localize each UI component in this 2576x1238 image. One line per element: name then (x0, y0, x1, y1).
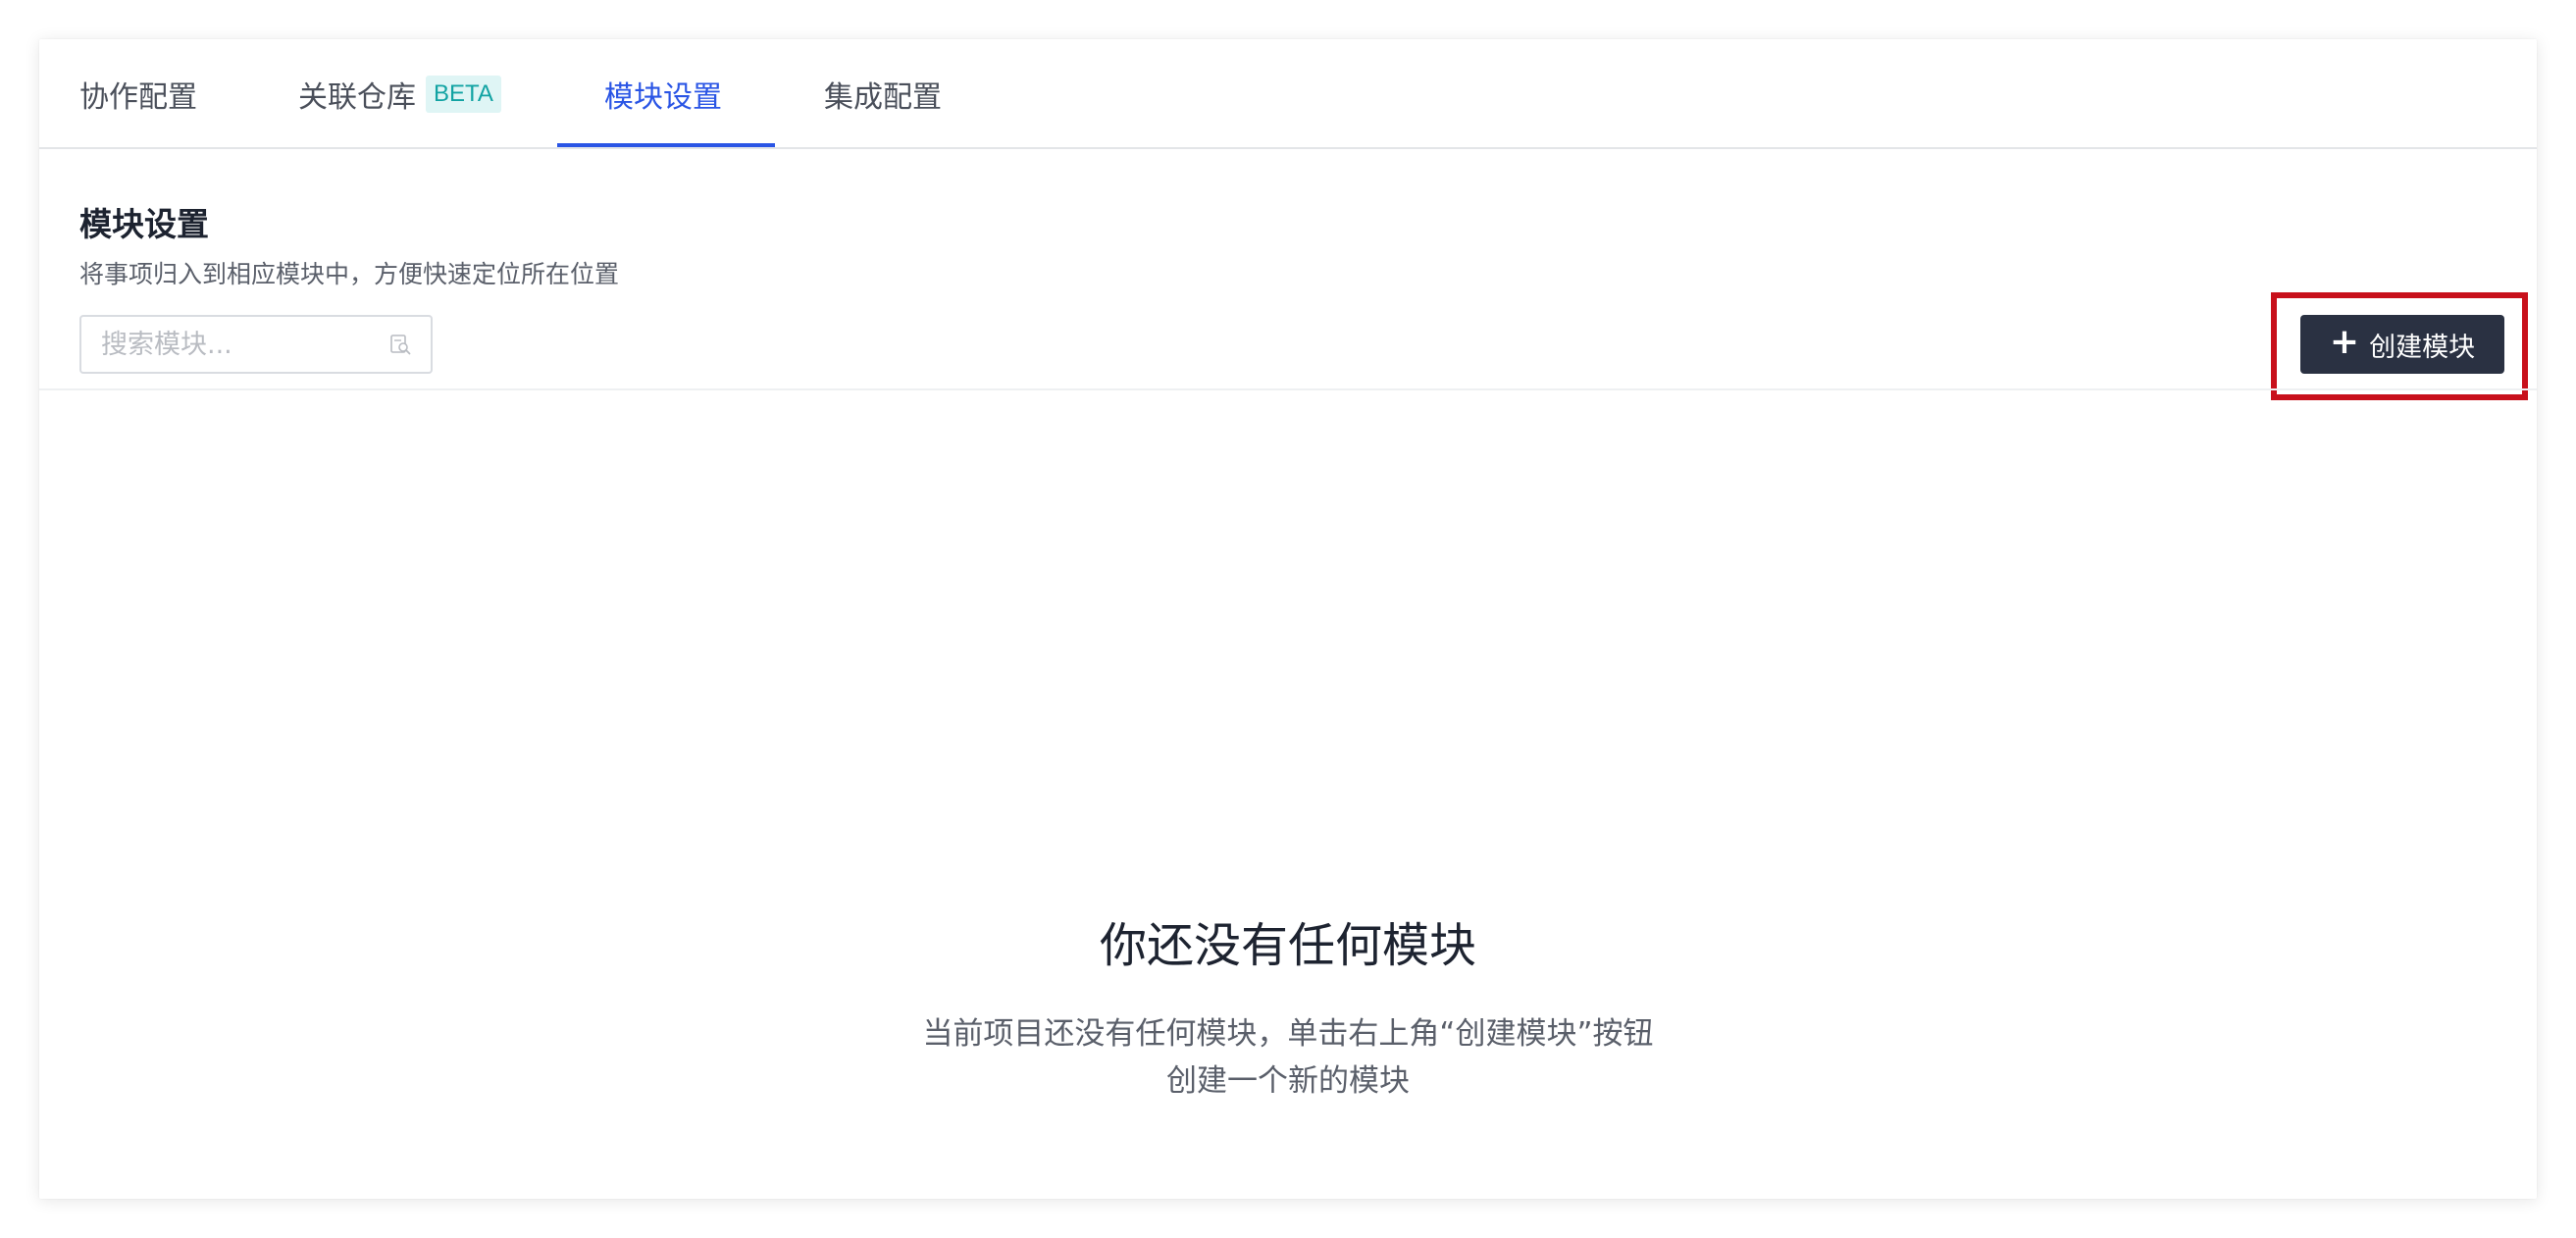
search-box (79, 315, 433, 374)
plus-icon: + (2329, 322, 2360, 362)
empty-state-line-2: 创建一个新的模块 (1166, 1063, 1410, 1099)
tab-label: 协作配置 (79, 80, 197, 115)
settings-panel: 协作配置 关联仓库 BETA 模块设置 集成配置 模块设置 将事项归入到相应模块… (39, 39, 2537, 1199)
tab-label: 模块设置 (604, 80, 722, 115)
beta-badge: BETA (426, 76, 501, 113)
tab-linked-repo[interactable]: 关联仓库 BETA (298, 39, 501, 149)
active-tab-indicator (557, 143, 775, 147)
section-description: 将事项归入到相应模块中，方便快速定位所在位置 (79, 260, 620, 288)
tab-integration-config[interactable]: 集成配置 (824, 39, 942, 149)
empty-state-title: 你还没有任何模块 (1099, 918, 1476, 973)
section-title: 模块设置 (79, 205, 209, 243)
tab-label: 关联仓库 (298, 80, 416, 115)
divider (39, 388, 2537, 390)
search-icon[interactable] (389, 334, 411, 355)
tab-module-settings[interactable]: 模块设置 (604, 39, 722, 149)
search-input[interactable] (81, 317, 386, 372)
create-module-button[interactable]: + 创建模块 (2300, 315, 2504, 374)
empty-state-description: 当前项目还没有任何模块，单击右上角“创建模块”按钮 创建一个新的模块 (39, 1010, 2537, 1105)
tab-bar: 协作配置 关联仓库 BETA 模块设置 集成配置 (39, 39, 2537, 149)
empty-state-line-1: 当前项目还没有任何模块，单击右上角“创建模块”按钮 (922, 1016, 1654, 1052)
create-module-label: 创建模块 (2369, 332, 2476, 363)
tab-collaboration-config[interactable]: 协作配置 (79, 39, 197, 149)
tab-label: 集成配置 (824, 80, 942, 115)
